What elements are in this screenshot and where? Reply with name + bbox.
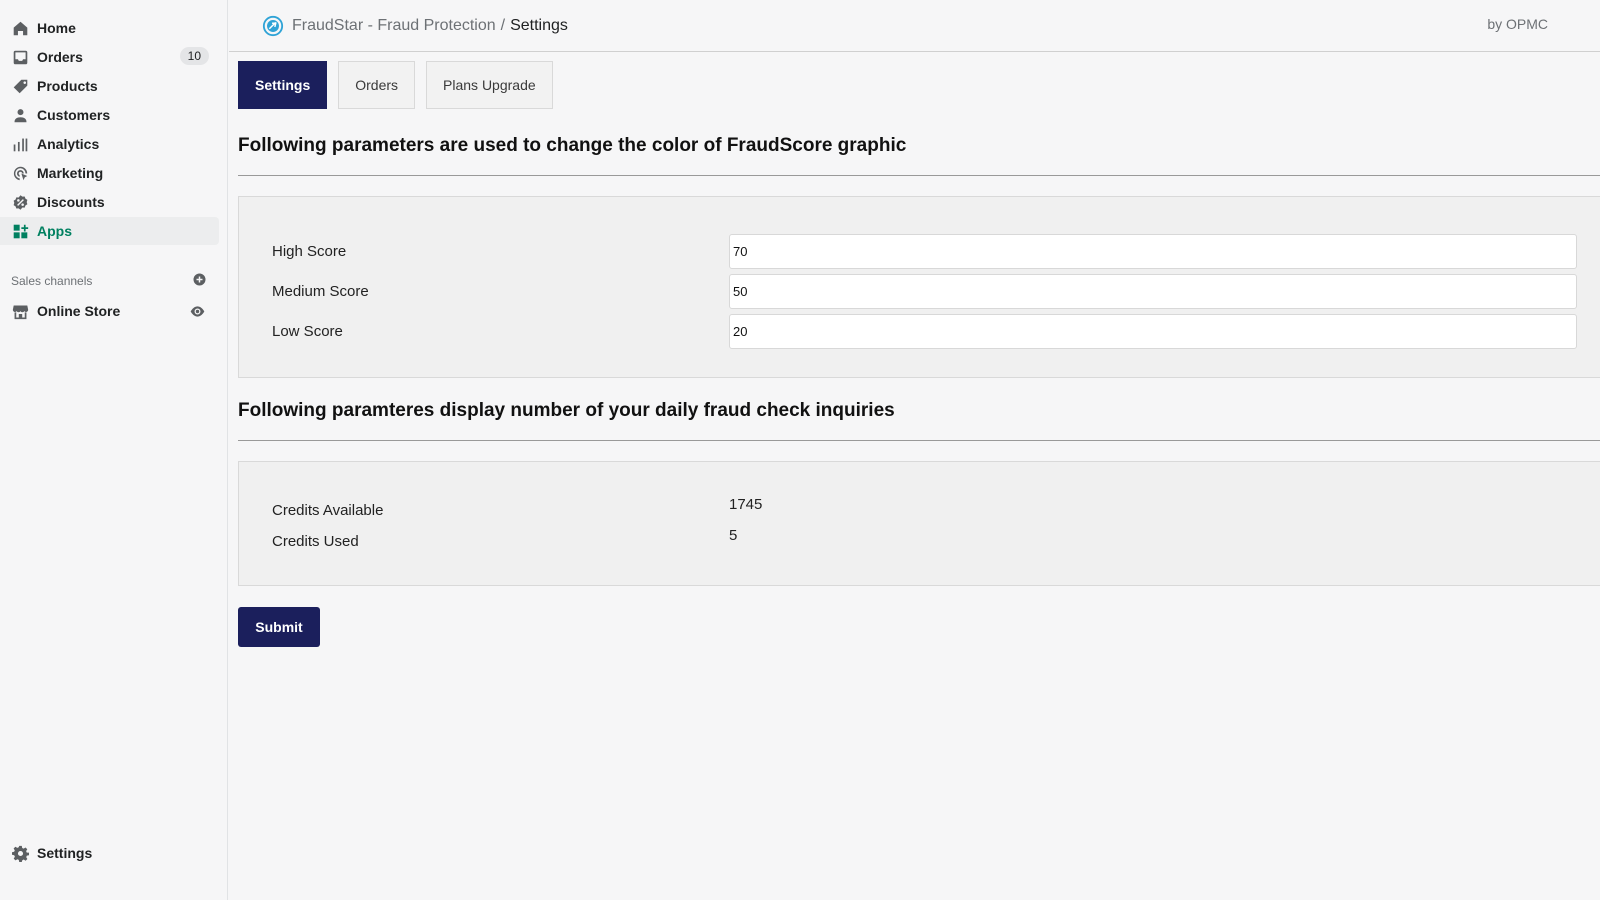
sidebar-footer: Settings (0, 839, 227, 868)
main-content: FraudStar - Fraud Protection / Settings by… (229, 0, 1600, 900)
sidebar-item-label: Orders (37, 49, 83, 65)
low-score-label: Low Score (272, 322, 343, 340)
sidebar-item-settings[interactable]: Settings (0, 839, 219, 867)
breadcrumb-app-link[interactable]: FraudStar - Fraud Protection (292, 17, 496, 34)
apps-icon (11, 222, 29, 240)
high-score-input[interactable] (729, 233, 1577, 269)
credits-available-label: Credits Available (272, 502, 384, 519)
high-score-row: High Score (239, 231, 1600, 271)
home-icon (11, 19, 29, 37)
sidebar-item-orders[interactable]: Orders 10 (0, 43, 219, 71)
sidebar-item-home[interactable]: Home (0, 14, 219, 42)
sidebar-item-apps[interactable]: Apps (0, 217, 219, 245)
credits-panel: Credits Available 1745 Credits Used 5 (238, 461, 1600, 586)
sales-channels-label: Sales channels (11, 274, 93, 288)
sidebar-nav: Home Orders 10 Products Customers Analyt… (0, 0, 227, 325)
sidebar-item-label: Marketing (37, 165, 104, 181)
sidebar-item-label: Customers (37, 107, 111, 123)
tab-orders[interactable]: Orders (338, 61, 416, 109)
sidebar-item-discounts[interactable]: Discounts (0, 188, 219, 216)
sidebar: Home Orders 10 Products Customers Analyt… (0, 0, 228, 900)
sidebar-item-label: Online Store (37, 303, 121, 319)
target-icon (11, 164, 29, 182)
sidebar-item-online-store[interactable]: Online Store (0, 297, 219, 325)
tab-settings[interactable]: Settings (238, 61, 328, 109)
sidebar-item-label: Apps (37, 223, 72, 239)
orders-icon (11, 48, 29, 66)
breadcrumb-current: Settings (510, 16, 568, 34)
medium-score-label: Medium Score (272, 282, 369, 300)
credits-used-value: 5 (729, 527, 738, 544)
low-score-input[interactable] (729, 313, 1577, 349)
credits-available-row: Credits Available 1745 (239, 492, 1600, 523)
sidebar-item-label: Analytics (37, 136, 100, 152)
score-section-title: Following parameters are used to change … (238, 135, 907, 156)
bar-chart-icon (11, 135, 29, 153)
person-icon (11, 106, 29, 124)
gear-icon (11, 844, 29, 862)
orders-count-badge: 10 (179, 47, 209, 65)
developer-credit: by OPMC (1487, 16, 1548, 32)
breadcrumb-separator: / (500, 16, 506, 34)
store-icon (11, 302, 29, 320)
score-panel: High Score Medium Score Low Score (238, 196, 1600, 378)
sidebar-item-label: Settings (37, 845, 93, 861)
sidebar-item-customers[interactable]: Customers (0, 101, 219, 129)
sidebar-item-analytics[interactable]: Analytics (0, 130, 219, 158)
discount-icon (11, 193, 29, 211)
eye-icon[interactable] (189, 303, 206, 323)
credits-available-value: 1745 (729, 496, 763, 513)
credits-used-label: Credits Used (272, 533, 359, 550)
app-header: FraudStar - Fraud Protection / Settings by… (229, 0, 1600, 52)
submit-button[interactable]: Submit (238, 607, 320, 647)
sidebar-item-marketing[interactable]: Marketing (0, 159, 219, 187)
medium-score-row: Medium Score (239, 271, 1600, 311)
tab-plans-upgrade[interactable]: Plans Upgrade (426, 61, 553, 109)
breadcrumb: FraudStar - Fraud Protection / Settings (292, 17, 568, 35)
high-score-label: High Score (272, 242, 347, 260)
add-channel-icon[interactable] (192, 272, 207, 290)
sidebar-item-products[interactable]: Products (0, 72, 219, 100)
tab-bar: Settings Orders Plans Upgrade (238, 61, 1600, 109)
credits-section-title: Following paramteres display number of y… (238, 400, 895, 421)
divider (238, 440, 1600, 441)
sidebar-item-label: Discounts (37, 194, 105, 210)
low-score-row: Low Score (239, 311, 1600, 351)
tag-icon (11, 77, 29, 95)
credits-used-row: Credits Used 5 (239, 523, 1600, 554)
fraudstar-logo-icon (262, 15, 284, 36)
sidebar-item-label: Products (37, 78, 98, 94)
medium-score-input[interactable] (729, 273, 1577, 309)
sales-channels-header: Sales channels (0, 271, 227, 291)
sidebar-item-label: Home (37, 20, 76, 36)
divider (238, 175, 1600, 176)
